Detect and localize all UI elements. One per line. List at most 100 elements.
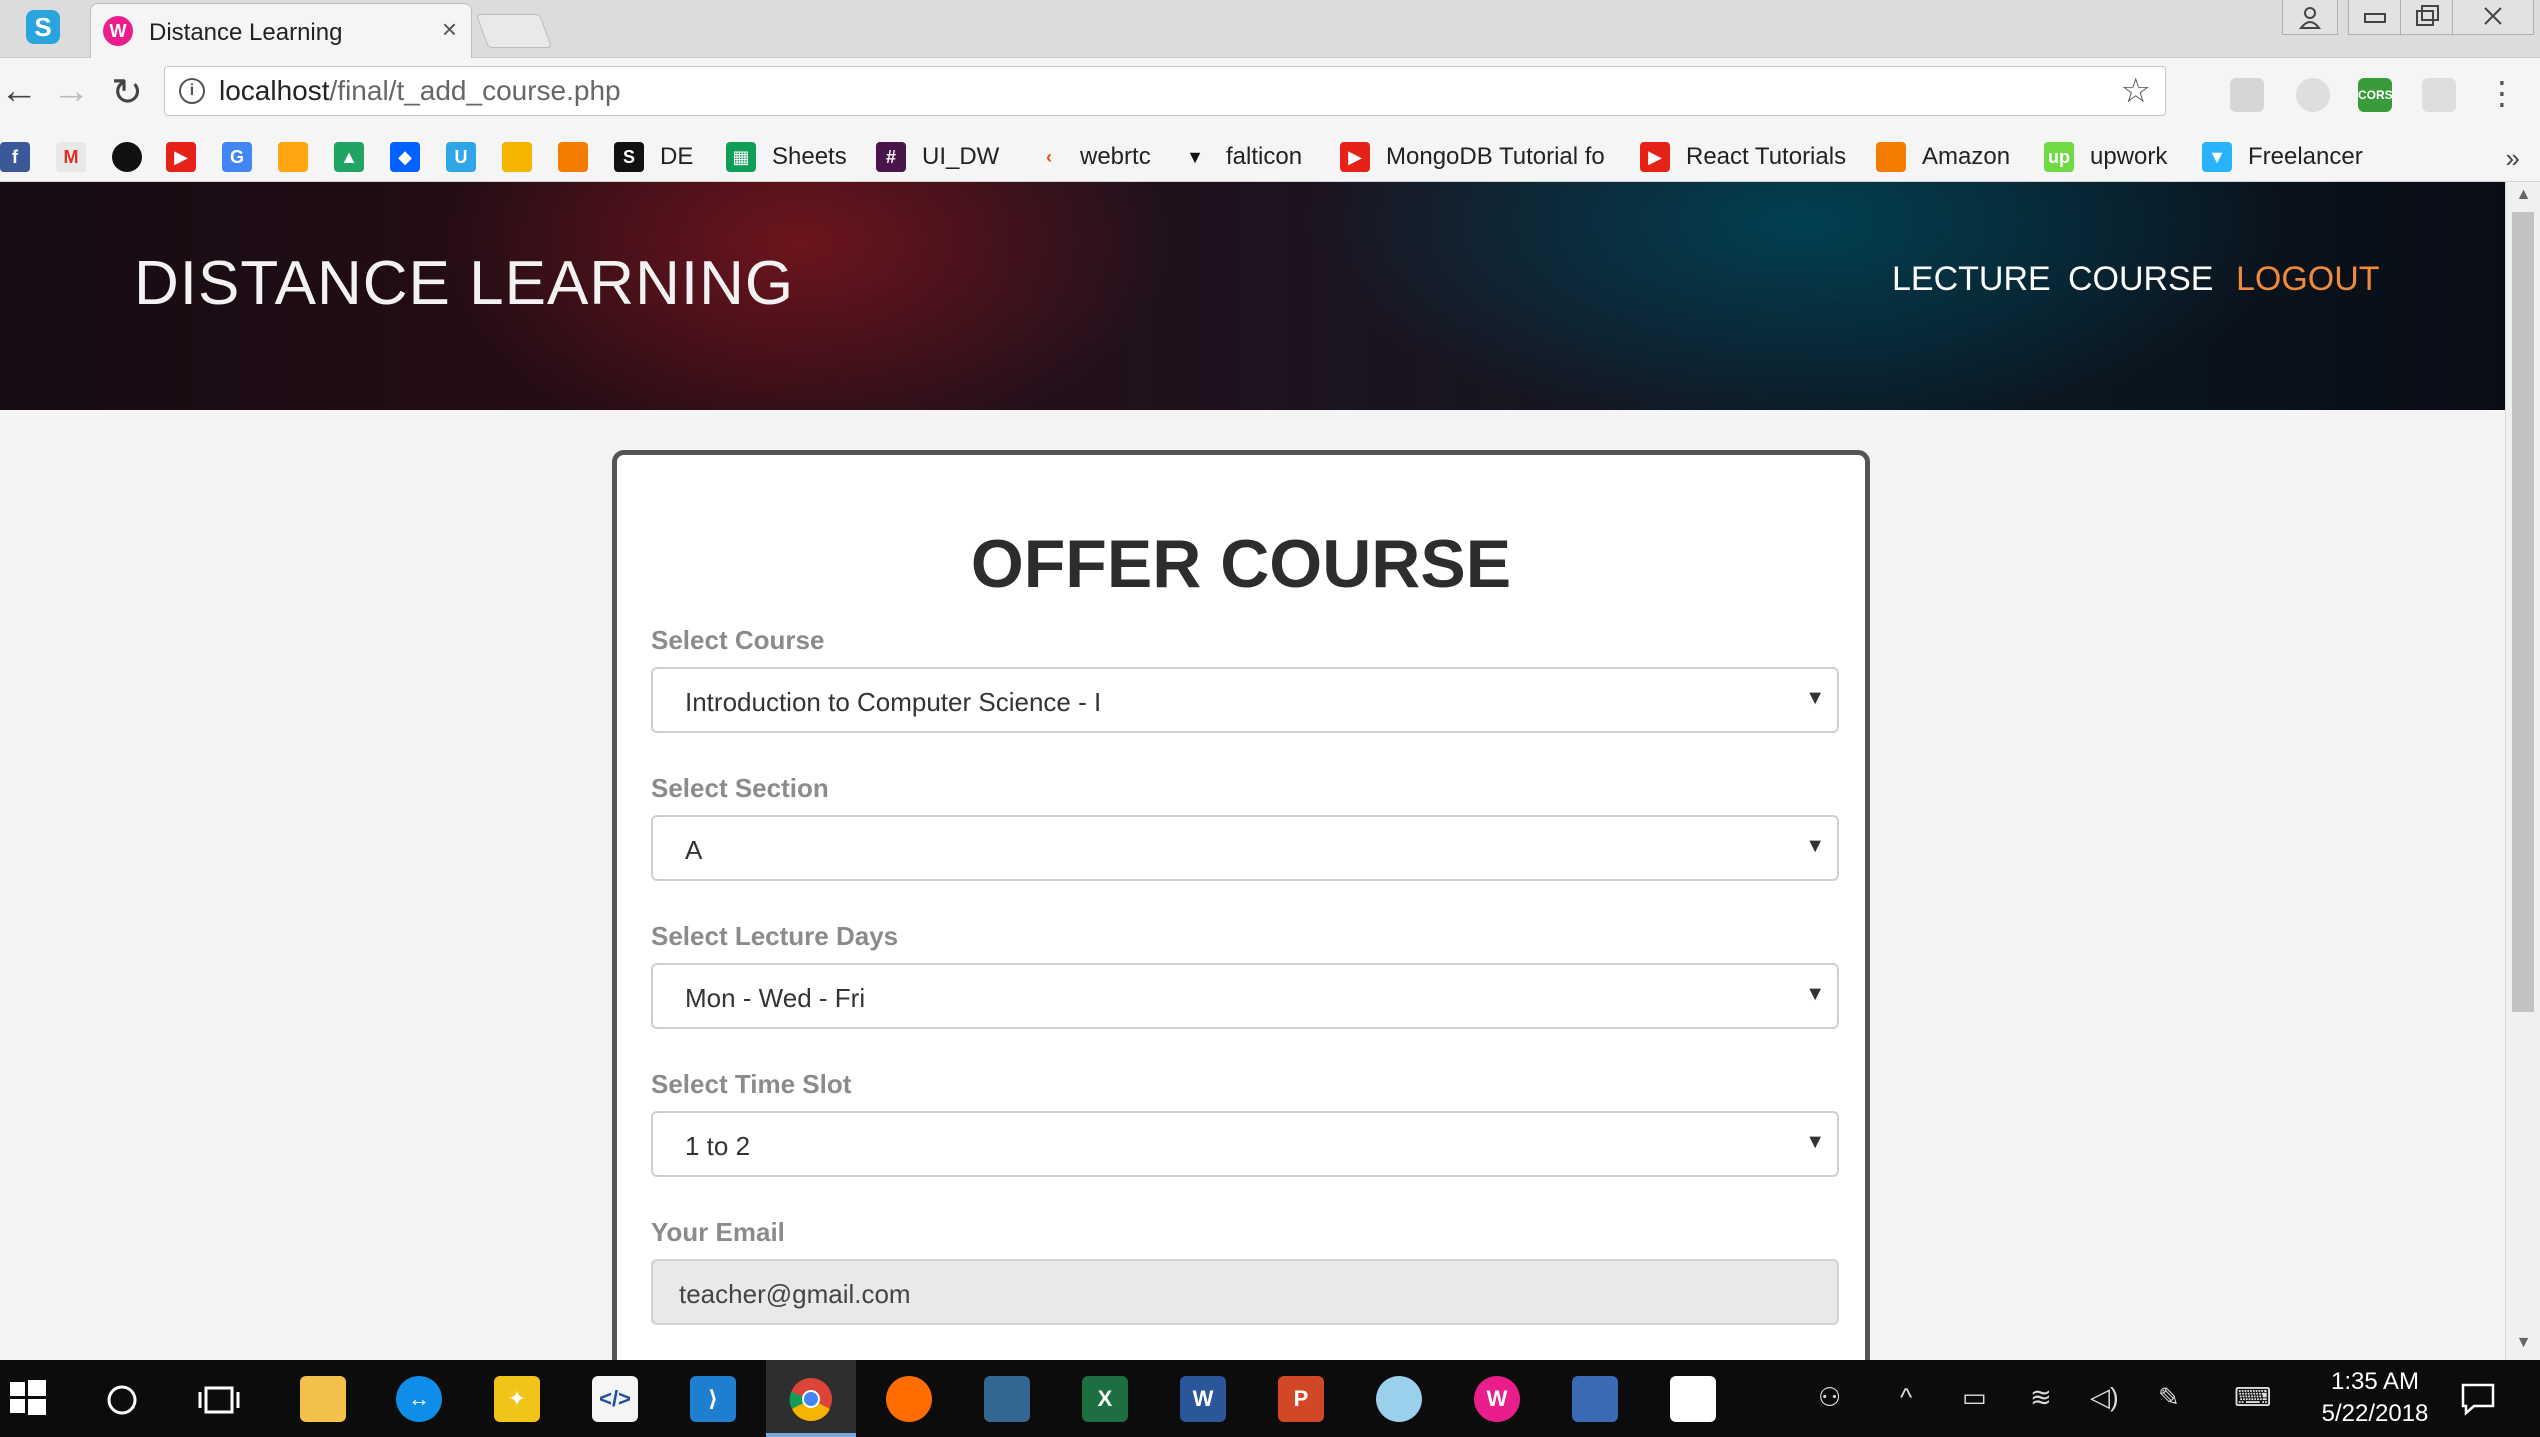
sitemap-extension-icon[interactable] [2422, 78, 2456, 112]
keyboard-icon[interactable]: ⌨ [2234, 1382, 2272, 1413]
chevron-down-icon: ▼ [1805, 1131, 1825, 1153]
firefox-icon[interactable] [886, 1376, 932, 1422]
url-path: /final/t_add_course.php [329, 75, 621, 106]
bookmark-classroom[interactable] [502, 139, 548, 175]
bookmark-ui-dw[interactable]: # UI_DW [876, 139, 999, 175]
teamviewer-icon[interactable]: ↔ [396, 1376, 442, 1422]
bookmark-firebase[interactable] [278, 139, 324, 175]
bookmark-dropbox[interactable]: ◆ [390, 139, 436, 175]
battery-icon[interactable]: ▭ [1962, 1382, 1987, 1413]
address-url[interactable]: localhost/final/t_add_course.php [219, 75, 621, 107]
time-slot-label: Select Time Slot [651, 1069, 852, 1099]
dropbox-icon: ◆ [390, 142, 420, 172]
scroll-up-icon[interactable]: ▲ [2506, 186, 2540, 204]
site-info-icon[interactable]: i [179, 78, 205, 104]
bookmark-box[interactable] [558, 139, 604, 175]
flaticon-icon: ▼ [1180, 142, 1210, 172]
people-icon[interactable]: ⚇ [1818, 1382, 1841, 1413]
bookmark-gmail[interactable]: M [56, 139, 102, 175]
course-select[interactable]: Introduction to Computer Science - I ▼ [651, 667, 1839, 733]
profile-button[interactable] [2282, 0, 2338, 35]
bookmarks-overflow-icon[interactable]: » [2506, 143, 2520, 174]
cors-extension-icon[interactable]: CORS [2358, 78, 2393, 112]
word-icon[interactable]: W [1180, 1376, 1226, 1422]
bookmark-de[interactable]: S DE [614, 139, 693, 175]
time-slot-select[interactable]: 1 to 2 ▼ [651, 1111, 1839, 1177]
sticky-notes-icon[interactable] [1670, 1376, 1716, 1422]
scroll-down-icon[interactable]: ▼ [2506, 1334, 2540, 1352]
file-explorer-icon[interactable] [300, 1376, 346, 1422]
bookmark-freelancer[interactable]: ▼ Freelancer [2202, 139, 2363, 175]
taskbar-clock[interactable]: 1:35 AM 5/22/2018 [2300, 1366, 2450, 1430]
reload-button[interactable]: ↻ [102, 70, 152, 115]
bookmark-google-drive[interactable]: ▲ [334, 139, 380, 175]
youtube-icon: ▶ [1340, 142, 1370, 172]
bookmark-sheets[interactable]: ▦ Sheets [726, 139, 847, 175]
google-classroom-icon [502, 142, 532, 172]
minimize-button[interactable] [2348, 0, 2402, 35]
bookmark-webrtc[interactable]: ‹ webrtc [1034, 139, 1151, 175]
youtube-icon: ▶ [1640, 142, 1670, 172]
nav-logout[interactable]: LOGOUT [2236, 260, 2380, 299]
bookmark-youtube[interactable]: ▶ [166, 139, 212, 175]
bookmark-amazon[interactable]: Amazon [1876, 139, 2010, 175]
chevron-down-icon: ▼ [1805, 687, 1825, 709]
github-icon [112, 142, 142, 172]
clock-date: 5/22/2018 [2321, 1400, 2429, 1427]
bookmark-mongodb[interactable]: ▶ MongoDB Tutorial fo [1340, 139, 1605, 175]
page-scrollbar[interactable]: ▲ ▼ [2505, 182, 2540, 1360]
browser-tab-active[interactable]: W Distance Learning × [90, 3, 472, 58]
wampserver-icon[interactable]: W [1474, 1376, 1520, 1422]
pen-icon[interactable]: ✎ [2158, 1382, 2180, 1413]
extension-icon[interactable] [2296, 78, 2330, 112]
bookmark-webflow[interactable]: U [446, 139, 492, 175]
new-tab-button[interactable] [475, 14, 553, 48]
react-devtools-icon[interactable] [2230, 78, 2264, 112]
email-field[interactable]: teacher@gmail.com [651, 1259, 1839, 1325]
windows-start-icon[interactable] [10, 1380, 46, 1416]
nav-lecture[interactable]: LECTURE [1892, 260, 2051, 299]
chevron-up-icon[interactable]: ^ [1900, 1382, 1912, 1413]
code-editor-icon[interactable]: </> [592, 1376, 638, 1422]
browser-menu-icon[interactable]: ⋮ [2486, 74, 2518, 112]
bookmark-facebook[interactable]: f [0, 139, 46, 175]
excel-icon[interactable]: X [1082, 1376, 1128, 1422]
bookmark-github[interactable] [112, 139, 158, 175]
bookmark-label: falticon [1226, 143, 1303, 170]
chrome-icon[interactable] [788, 1376, 834, 1422]
window-close-button[interactable] [2452, 0, 2534, 35]
restore-button[interactable] [2400, 0, 2454, 35]
bookmark-label: UI_DW [922, 143, 1000, 170]
section-select-value: A [685, 835, 703, 865]
xampp-icon[interactable]: ✦ [494, 1376, 540, 1422]
site-brand[interactable]: DISTANCE LEARNING [134, 248, 794, 319]
bookmark-label: MongoDB Tutorial fo [1386, 143, 1605, 170]
vscode-icon[interactable]: ⟩ [690, 1376, 736, 1422]
time-slot-select-value: 1 to 2 [685, 1131, 751, 1161]
bookmark-label: React Tutorials [1686, 143, 1847, 170]
snipping-tool-icon[interactable] [1376, 1376, 1422, 1422]
scrollbar-thumb[interactable] [2512, 212, 2534, 1012]
bookmark-upwork[interactable]: up upwork [2044, 139, 2167, 175]
powerpoint-icon[interactable]: P [1278, 1376, 1324, 1422]
postgresql-icon[interactable] [984, 1376, 1030, 1422]
back-button[interactable]: ← [0, 70, 44, 113]
address-bar[interactable]: i localhost/final/t_add_course.php ☆ [164, 66, 2166, 116]
tab-close-icon[interactable]: × [442, 14, 457, 45]
browser-tab-strip: S W Distance Learning × [0, 0, 2540, 58]
bookmark-falticon[interactable]: ▼ falticon [1180, 139, 1302, 175]
network-app-icon[interactable] [1572, 1376, 1618, 1422]
volume-icon[interactable]: ◁) [2090, 1382, 2119, 1413]
bookmark-star-icon[interactable]: ☆ [2121, 71, 2151, 111]
wifi-icon[interactable]: ≋ [2030, 1382, 2052, 1413]
skype-icon[interactable]: S [26, 10, 60, 44]
forward-button[interactable]: → [46, 70, 96, 113]
lecture-days-select[interactable]: Mon - Wed - Fri ▼ [651, 963, 1839, 1029]
section-select[interactable]: A ▼ [651, 815, 1839, 881]
task-view-icon[interactable] [198, 1382, 240, 1418]
nav-course[interactable]: COURSE [2068, 260, 2213, 299]
bookmark-google-translate[interactable]: G [222, 139, 268, 175]
cortana-search-icon[interactable] [104, 1382, 140, 1418]
bookmark-react-tutorials[interactable]: ▶ React Tutorials [1640, 139, 1846, 175]
action-center-icon[interactable] [2460, 1382, 2496, 1416]
